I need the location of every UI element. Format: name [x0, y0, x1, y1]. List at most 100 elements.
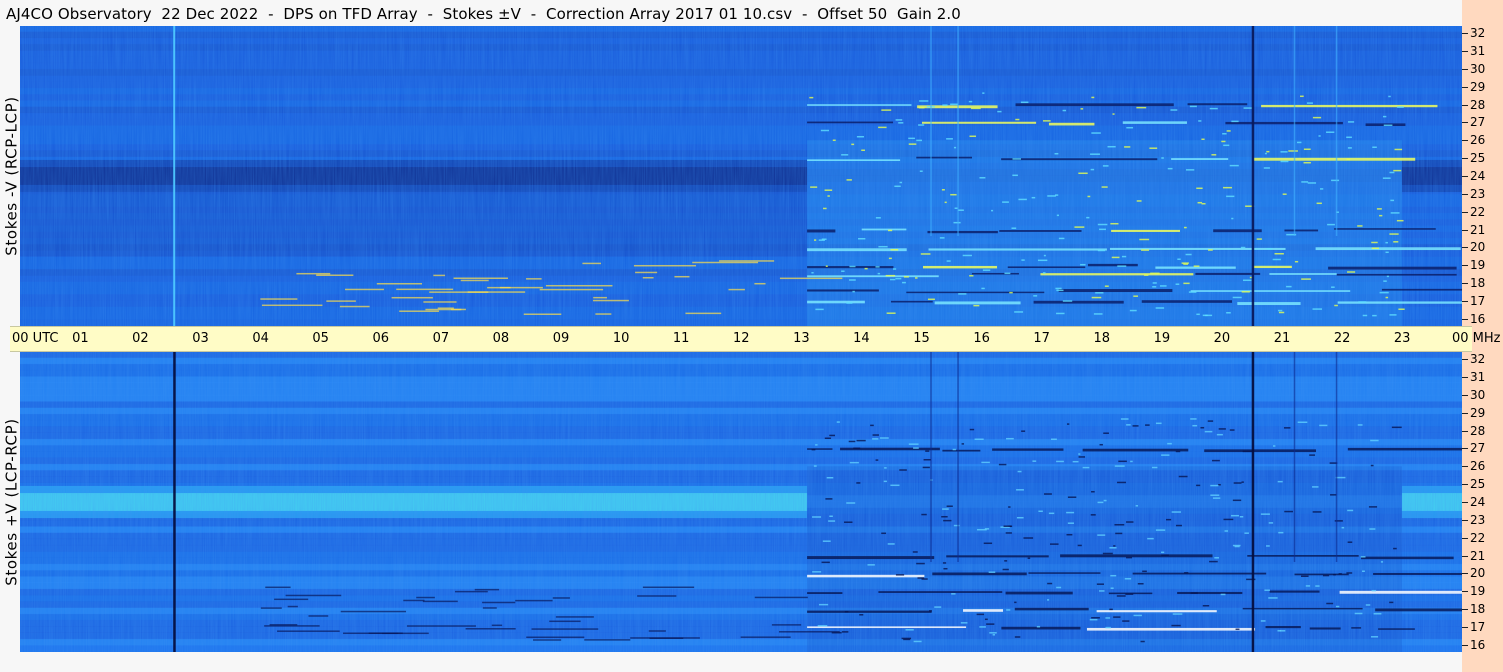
rfi-speckle — [1209, 107, 1218, 110]
rfi-speckle — [829, 434, 835, 437]
frequency-tick-label: 27 — [1470, 441, 1486, 456]
interference-line — [807, 104, 912, 106]
rfi-speckle — [950, 103, 958, 106]
rfi-speckle — [915, 277, 918, 279]
rfi-speckle — [1155, 422, 1162, 425]
rfi-segment — [740, 636, 791, 638]
rfi-speckle — [1103, 432, 1109, 434]
rfi-speckle — [810, 186, 818, 188]
rfi-speckle — [1212, 459, 1220, 462]
rfi-speckle — [1197, 201, 1203, 204]
rfi-speckle — [1159, 285, 1167, 287]
rfi-speckle — [1303, 161, 1311, 164]
rfi-speckle — [1229, 164, 1239, 167]
rfi-speckle — [1316, 202, 1322, 205]
rfi-speckle — [1372, 146, 1377, 149]
rfi-segment — [422, 600, 458, 603]
rfi-speckle — [872, 434, 879, 436]
rfi-speckle — [991, 209, 994, 212]
rfi-speckle — [1095, 292, 1104, 294]
rfi-speckle — [913, 640, 922, 643]
rfi-speckle — [1004, 560, 1008, 562]
rfi-speckle — [973, 304, 980, 307]
time-tick-label: 10 — [612, 331, 630, 346]
rfi-speckle — [890, 484, 900, 487]
rfi-speckle — [856, 135, 864, 138]
rfi-speckle — [1305, 585, 1311, 587]
interference-line — [1190, 290, 1351, 292]
rfi-speckle — [899, 181, 903, 184]
rfi-segment — [595, 313, 612, 315]
rfi-segment — [482, 607, 497, 609]
rfi-speckle — [1201, 202, 1206, 205]
rfi-segment — [340, 610, 407, 613]
rfi-segment — [633, 264, 696, 267]
rfi-speckle — [1263, 167, 1270, 169]
rfi-segment — [649, 637, 684, 639]
rfi-speckle — [895, 574, 905, 576]
frequency-tick-mark — [1462, 502, 1468, 503]
interference-line — [1040, 273, 1194, 276]
rfi-speckle — [849, 279, 856, 281]
rfi-speckle — [1242, 450, 1252, 453]
rfi-speckle — [943, 567, 948, 570]
rfi-speckle — [1196, 187, 1203, 190]
rfi-speckle — [1021, 259, 1025, 261]
rfi-speckle — [1133, 295, 1139, 297]
rfi-speckle — [879, 437, 889, 439]
rfi-speckle — [1080, 263, 1086, 266]
rfi-speckle — [1204, 430, 1213, 433]
rfi-speckle — [849, 265, 856, 268]
rfi-speckle — [1223, 186, 1232, 189]
time-tick-label: 18 — [1093, 331, 1111, 346]
interference-line — [906, 291, 1045, 294]
frequency-tick-label: 31 — [1470, 44, 1486, 58]
rfi-speckle — [1016, 489, 1024, 491]
rfi-speckle — [961, 443, 965, 445]
rfi-segment — [635, 271, 658, 274]
time-tick-label: 16 — [973, 331, 990, 346]
rfi-segment — [533, 639, 562, 641]
rfi-speckle — [1338, 573, 1342, 575]
rfi-speckle — [902, 281, 906, 284]
rfi-speckle — [1171, 511, 1181, 513]
rfi-speckle — [960, 622, 968, 624]
rfi-speckle — [875, 266, 880, 268]
rfi-segment — [642, 276, 654, 279]
rfi-speckle — [1105, 617, 1111, 619]
time-tick-label: 23 — [1393, 331, 1411, 346]
rfi-speckle — [1097, 501, 1104, 504]
rfi-speckle — [858, 237, 866, 240]
rfi-speckle — [1282, 193, 1287, 195]
frequency-tick-mark — [1462, 627, 1468, 628]
frequency-tick-label: 28 — [1470, 97, 1486, 112]
rfi-speckle — [1351, 627, 1362, 629]
rfi-speckle — [1372, 314, 1377, 317]
interference-line — [942, 449, 981, 452]
frequency-tick-mark — [1462, 193, 1468, 195]
interference-line — [807, 289, 879, 292]
time-tick-label: 20 — [1213, 331, 1231, 346]
rfi-speckle — [1218, 428, 1226, 430]
rfi-speckle — [829, 515, 833, 518]
rfi-speckle — [1152, 282, 1157, 284]
rfi-speckle — [1161, 454, 1170, 456]
rfi-speckle — [1380, 561, 1384, 563]
rfi-speckle — [1006, 609, 1011, 611]
interference-line — [921, 121, 1037, 124]
interference-line — [934, 301, 1021, 305]
rfi-speckle — [872, 438, 879, 440]
rfi-speckle — [1177, 258, 1181, 260]
faint-vertical-line — [957, 352, 959, 562]
rfi-speckle — [1171, 624, 1181, 627]
rfi-speckle — [919, 170, 923, 172]
rfi-speckle — [1268, 522, 1274, 524]
vertical-interference-line — [173, 352, 176, 652]
rfi-speckle — [1062, 300, 1073, 302]
rfi-speckle — [828, 520, 836, 522]
rfi-segment — [274, 598, 309, 601]
rfi-speckle — [1118, 460, 1127, 463]
rfi-speckle — [1032, 460, 1037, 462]
rfi-speckle — [1371, 247, 1380, 250]
rfi-speckle — [1184, 572, 1189, 574]
